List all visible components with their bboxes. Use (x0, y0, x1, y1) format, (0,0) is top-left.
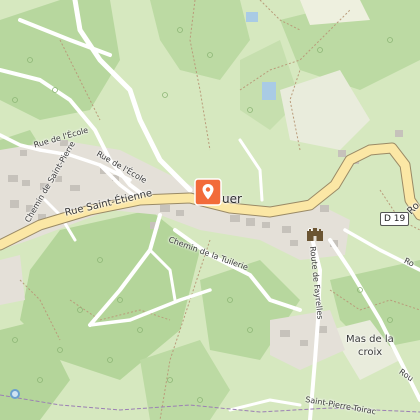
castle-icon[interactable] (306, 226, 324, 242)
water-point-icon[interactable] (10, 389, 20, 399)
map-base-layer (0, 0, 420, 420)
label-mas-de-la: Mas de la (346, 334, 394, 345)
label-place-name: uer (222, 192, 242, 206)
label-croix: croix (358, 347, 383, 358)
map-canvas[interactable]: Rue de l'École Rue de l'École Chemin de … (0, 0, 420, 420)
location-pin-icon[interactable] (194, 178, 222, 206)
route-shield-d19: D 19 (380, 212, 410, 226)
